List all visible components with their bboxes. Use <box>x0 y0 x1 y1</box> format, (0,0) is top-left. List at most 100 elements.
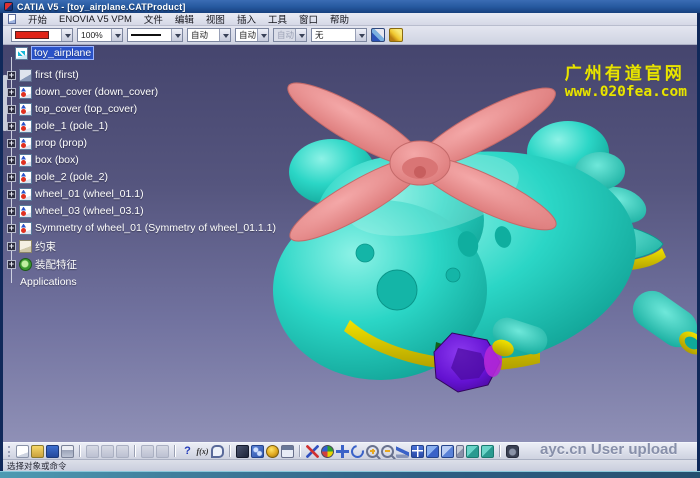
expand-icon[interactable]: + <box>7 105 16 114</box>
tree-item-label[interactable]: first (first) <box>35 69 79 81</box>
normal-view-icon[interactable] <box>396 445 409 458</box>
tree-item-applications[interactable]: Applications <box>11 274 77 290</box>
tree-item-down_cover[interactable]: + down_cover (down_cover) <box>7 84 158 100</box>
menu-file[interactable]: 文件 <box>144 12 163 26</box>
help-icon[interactable]: ? <box>181 445 194 458</box>
named-view-icon[interactable] <box>441 445 454 458</box>
expand-icon[interactable]: + <box>7 207 16 216</box>
menu-view[interactable]: 视图 <box>206 12 225 26</box>
document-icon[interactable] <box>8 14 16 24</box>
shading-icon[interactable] <box>466 445 479 458</box>
publish-icon[interactable] <box>266 445 279 458</box>
copy-icon[interactable] <box>101 445 114 458</box>
menu-edit[interactable]: 编辑 <box>175 12 194 26</box>
tree-item-first[interactable]: + first (first) <box>7 67 79 83</box>
rotate-icon[interactable] <box>348 442 366 460</box>
tree-item-label[interactable]: down_cover (down_cover) <box>35 86 158 98</box>
tree-item-label[interactable]: wheel_03 (wheel_03.1) <box>35 205 144 217</box>
chevron-down-icon[interactable] <box>171 29 182 41</box>
pointstyle-dropdown[interactable]: 自动 <box>235 28 269 42</box>
chevron-down-icon[interactable] <box>61 29 72 41</box>
tree-item-symmetry-wheel_01[interactable]: + Symmetry of wheel_01 (Symmetry of whee… <box>7 220 276 236</box>
chevron-down-icon[interactable] <box>257 29 268 41</box>
compass-icon[interactable] <box>321 445 334 458</box>
chevron-down-icon[interactable] <box>355 29 366 41</box>
tree-item-wheel_03[interactable]: + wheel_03 (wheel_03.1) <box>7 203 144 219</box>
opacity-dropdown[interactable]: 100% <box>77 28 123 42</box>
link-icon[interactable] <box>251 445 264 458</box>
painter-icon[interactable] <box>371 28 385 42</box>
formula-icon[interactable]: f(x) <box>196 445 209 458</box>
tree-item-prop[interactable]: + prop (prop) <box>7 135 87 151</box>
renderstyle-value: 自动 <box>277 29 294 41</box>
chevron-down-icon[interactable] <box>219 29 230 41</box>
tree-item-pole_1[interactable]: + pole_1 (pole_1) <box>7 118 108 134</box>
redo-icon[interactable] <box>156 445 169 458</box>
thickness-dropdown[interactable]: 自动 <box>187 28 231 42</box>
tree-item-label[interactable]: box (box) <box>35 154 79 166</box>
tree-item-label[interactable]: 装配特征 <box>35 257 77 272</box>
menu-start[interactable]: 开始 <box>28 12 47 26</box>
toolbar-grip[interactable] <box>8 446 11 457</box>
window-icon[interactable] <box>281 445 294 458</box>
cut-icon[interactable] <box>86 445 99 458</box>
layer-dropdown[interactable]: 无 <box>311 28 367 42</box>
tree-item-pole_2[interactable]: + pole_2 (pole_2) <box>7 169 108 185</box>
tree-item-label[interactable]: Symmetry of wheel_01 (Symmetry of wheel_… <box>35 222 276 234</box>
tree-item-assembly-features[interactable]: + 装配特征 <box>7 256 77 272</box>
expand-icon[interactable]: + <box>7 190 16 199</box>
render-capture-icon[interactable] <box>506 445 519 458</box>
tree-item-label[interactable]: Applications <box>20 276 77 288</box>
pan-icon[interactable] <box>336 445 349 458</box>
fly-mode-icon[interactable] <box>306 445 319 458</box>
menu-window[interactable]: 窗口 <box>299 12 318 26</box>
zoom-in-icon[interactable] <box>366 445 379 458</box>
menu-enovia[interactable]: ENOVIA V5 VPM <box>59 14 132 25</box>
specification-tree: toy_airplane + first (first) + down_cove… <box>3 45 303 295</box>
chat-icon[interactable] <box>211 445 224 458</box>
expand-icon[interactable]: + <box>7 173 16 182</box>
menu-help[interactable]: 帮助 <box>330 12 349 26</box>
swap-background-icon[interactable] <box>236 445 249 458</box>
tree-item-label[interactable]: wheel_01 (wheel_01.1) <box>35 188 144 200</box>
color-dropdown[interactable] <box>11 28 73 42</box>
tree-item-label[interactable]: pole_1 (pole_1) <box>35 120 108 132</box>
tree-item-top_cover[interactable]: + top_cover (top_cover) <box>7 101 137 117</box>
expand-icon[interactable]: + <box>7 139 16 148</box>
new-document-icon[interactable] <box>16 445 29 458</box>
expand-icon[interactable]: + <box>7 71 16 80</box>
tree-item-label[interactable]: pole_2 (pole_2) <box>35 171 108 183</box>
wizard-icon[interactable] <box>389 28 403 42</box>
open-icon[interactable] <box>31 445 44 458</box>
multi-view-icon[interactable] <box>411 445 424 458</box>
menu-tools[interactable]: 工具 <box>268 12 287 26</box>
linetype-dropdown[interactable] <box>127 28 183 42</box>
expand-icon[interactable]: + <box>7 88 16 97</box>
zoom-out-icon[interactable] <box>381 445 394 458</box>
3d-viewport[interactable]: toy_airplane + first (first) + down_cove… <box>3 45 697 442</box>
print-icon[interactable] <box>61 445 74 458</box>
undo-icon[interactable] <box>141 445 154 458</box>
menu-insert[interactable]: 插入 <box>237 12 256 26</box>
shading-edges-icon[interactable] <box>481 445 494 458</box>
tree-item-label[interactable]: toy_airplane <box>31 46 94 60</box>
paste-icon[interactable] <box>116 445 129 458</box>
site-watermark: 广州有道官网 www.020fea.com <box>565 59 687 100</box>
tree-item-wheel_01[interactable]: + wheel_01 (wheel_01.1) <box>7 186 144 202</box>
tree-item-constraints[interactable]: + 约束 <box>7 238 56 254</box>
chevron-down-icon[interactable] <box>111 29 122 41</box>
iso-view-icon[interactable] <box>426 445 439 458</box>
tree-item-label[interactable]: top_cover (top_cover) <box>35 103 137 115</box>
quick-view-icon[interactable] <box>456 445 464 458</box>
tree-item-box[interactable]: + box (box) <box>7 152 79 168</box>
tree-item-label[interactable]: prop (prop) <box>35 137 87 149</box>
expand-icon[interactable]: + <box>7 260 16 269</box>
tree-item-toy_airplane[interactable]: toy_airplane <box>15 45 94 61</box>
expand-icon[interactable]: + <box>7 224 16 233</box>
tree-item-label[interactable]: 约束 <box>35 239 56 254</box>
save-icon[interactable] <box>46 445 59 458</box>
expand-icon[interactable]: + <box>7 242 16 251</box>
expand-icon[interactable]: + <box>7 122 16 131</box>
upload-watermark: ayc.cn User upload <box>540 441 700 458</box>
expand-icon[interactable]: + <box>7 156 16 165</box>
